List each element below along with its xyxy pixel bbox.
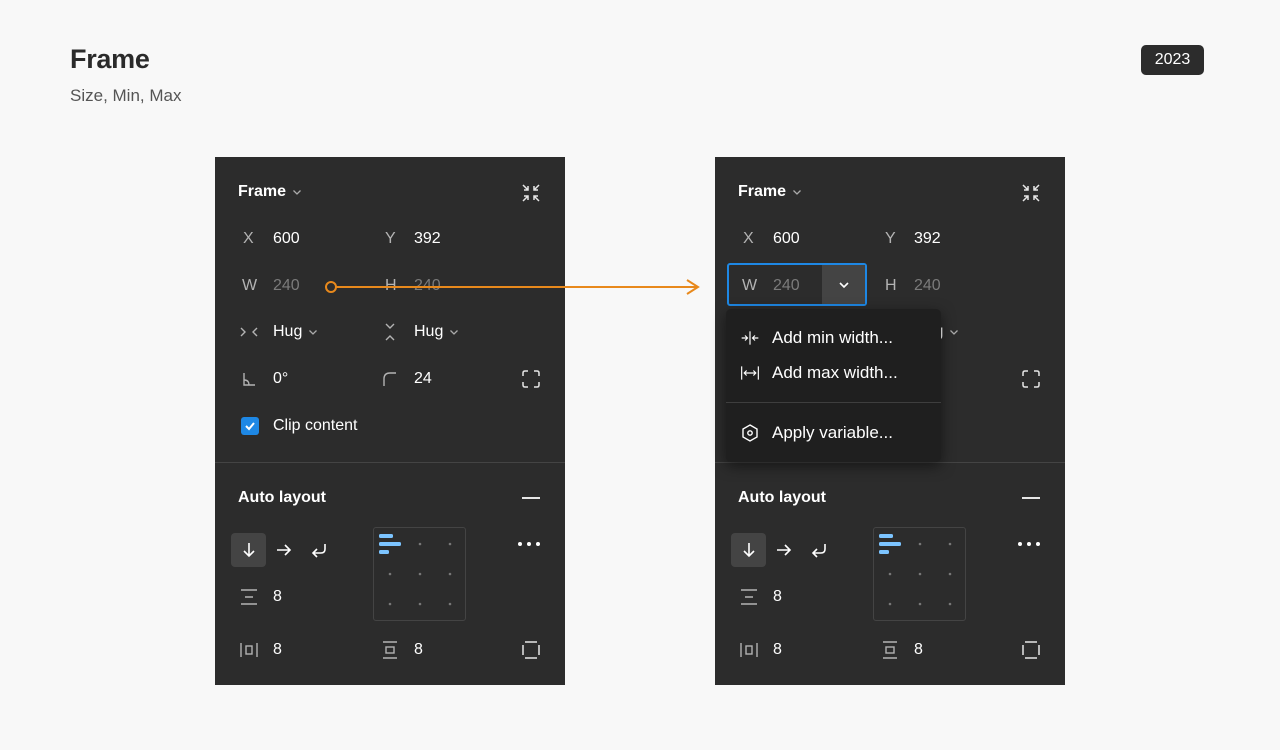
resize-horizontal-icon [240, 327, 258, 337]
rotation-icon [243, 373, 255, 386]
menu-item-add-min-width[interactable]: Add min width... [740, 328, 893, 348]
frame-header-label: Frame [238, 183, 287, 200]
frame-panel-before: Frame X 600 Y 392 W 240 H 240 Hug Hug 0°… [215, 157, 565, 685]
w-dropdown-button[interactable] [822, 265, 865, 304]
alignment-grid[interactable] [373, 527, 466, 621]
arrow-down-icon [742, 543, 755, 558]
gap-input[interactable]: 8 [773, 588, 782, 606]
menu-item-apply-variable[interactable]: Apply variable... [740, 423, 893, 443]
resize-vertical-icon [385, 323, 395, 341]
wrap-icon[interactable] [309, 540, 329, 560]
direction-vertical-button[interactable] [731, 533, 766, 567]
connector-arrow [325, 279, 700, 295]
variable-icon [742, 424, 758, 442]
chevron-down-icon [950, 330, 959, 335]
more-icon[interactable] [1018, 542, 1040, 546]
menu-separator [726, 402, 941, 403]
direction-vertical-button[interactable] [231, 533, 266, 567]
auto-layout-title: Auto layout [238, 489, 326, 506]
arrow-right-icon[interactable] [774, 540, 794, 560]
w-input[interactable]: 240 [773, 277, 800, 295]
collapse-icon[interactable] [520, 182, 542, 204]
remove-auto-layout-icon[interactable] [522, 497, 540, 499]
padding-vertical-icon [383, 641, 397, 659]
wrap-icon[interactable] [809, 540, 829, 560]
vertical-padding-input[interactable]: 8 [914, 641, 923, 659]
y-input[interactable]: 392 [414, 230, 441, 248]
menu-item-add-max-width[interactable]: Add max width... [740, 363, 898, 383]
padding-vertical-icon [883, 641, 897, 659]
menu-item-label: Apply variable... [772, 423, 893, 442]
menu-item-label: Add min width... [772, 328, 893, 347]
chevron-down-icon [793, 190, 801, 195]
x-label: X [243, 230, 254, 247]
divider [215, 462, 565, 463]
year-badge: 2023 [1141, 45, 1204, 75]
remove-auto-layout-icon[interactable] [1022, 497, 1040, 499]
vertical-resizing-dropdown[interactable]: Hug [414, 323, 459, 341]
chevron-down-icon [309, 330, 318, 335]
frame-panel-after: Frame X 600 Y 392 W 240 H 240 Hug Auto l… [715, 157, 1065, 685]
min-width-icon [741, 331, 759, 345]
x-label: X [743, 230, 754, 247]
h-input[interactable]: 240 [914, 277, 941, 295]
alignment-grid[interactable] [873, 527, 966, 621]
arrow-down-icon [242, 543, 255, 558]
more-icon[interactable] [518, 542, 540, 546]
width-dropdown-menu: Add min width... Add max width... Apply … [726, 309, 941, 462]
padding-individual-icon[interactable] [521, 640, 541, 660]
arrow-right-icon[interactable] [274, 540, 294, 560]
y-label: Y [385, 230, 396, 247]
frame-dropdown[interactable]: Frame [238, 183, 302, 201]
vertical-resizing-value: Hug [414, 323, 444, 340]
spacing-icon [741, 589, 757, 605]
padding-horizontal-icon [240, 643, 258, 657]
divider [715, 462, 1065, 463]
chevron-down-icon [293, 190, 301, 195]
rotation-input[interactable]: 0° [273, 370, 288, 388]
max-width-icon [741, 366, 759, 380]
horizontal-padding-input[interactable]: 8 [773, 641, 782, 659]
alignment-indicator-icon [879, 534, 952, 606]
horizontal-resizing-value: Hug [273, 323, 303, 340]
frame-header-label: Frame [738, 183, 787, 200]
vertical-padding-input[interactable]: 8 [414, 641, 423, 659]
alignment-indicator-icon [379, 534, 452, 606]
w-label: W [742, 277, 758, 294]
independent-corners-icon[interactable] [1021, 369, 1041, 389]
page-title: Frame [70, 44, 150, 74]
clip-content-checkbox[interactable] [241, 417, 259, 435]
horizontal-resizing-dropdown[interactable]: Hug [273, 323, 318, 341]
frame-dropdown[interactable]: Frame [738, 183, 802, 201]
corner-radius-icon [383, 372, 396, 386]
gap-input[interactable]: 8 [273, 588, 282, 606]
horizontal-padding-input[interactable]: 8 [273, 641, 282, 659]
padding-horizontal-icon [740, 643, 758, 657]
menu-item-label: Add max width... [772, 363, 898, 382]
auto-layout-title: Auto layout [738, 489, 826, 506]
y-label: Y [885, 230, 896, 247]
clip-content-label: Clip content [273, 417, 358, 434]
chevron-down-icon [838, 281, 849, 288]
h-label: H [885, 277, 897, 294]
independent-corners-icon[interactable] [521, 369, 541, 389]
collapse-icon[interactable] [1020, 182, 1042, 204]
spacing-icon [241, 589, 257, 605]
w-label: W [242, 277, 258, 294]
y-input[interactable]: 392 [914, 230, 941, 248]
x-input[interactable]: 600 [773, 230, 800, 248]
check-icon [245, 422, 255, 431]
x-input[interactable]: 600 [273, 230, 300, 248]
w-input[interactable]: 240 [273, 277, 300, 295]
padding-individual-icon[interactable] [1021, 640, 1041, 660]
chevron-down-icon [450, 330, 459, 335]
corner-radius-input[interactable]: 24 [414, 370, 432, 388]
page-subtitle: Size, Min, Max [70, 86, 182, 105]
